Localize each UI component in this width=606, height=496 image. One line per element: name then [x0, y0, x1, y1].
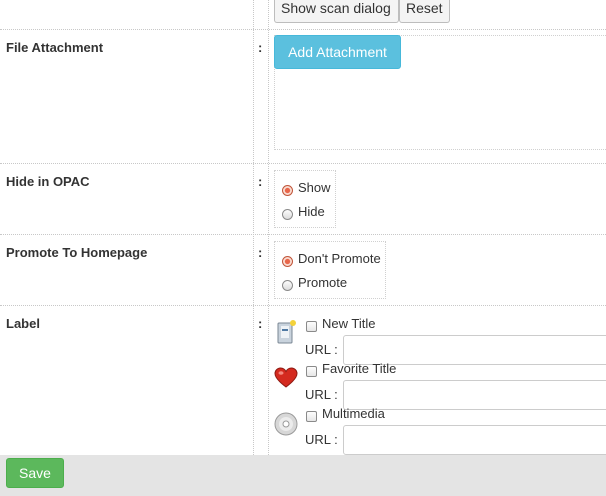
new-title-icon [277, 320, 296, 344]
column-divider [268, 0, 269, 455]
opac-radio-group [274, 170, 336, 228]
show-scan-dialog-button[interactable]: Show scan dialog [274, 0, 399, 23]
radio-show[interactable] [282, 185, 293, 196]
multimedia-url-input[interactable] [343, 425, 606, 455]
promote-to-homepage-label: Promote To Homepage [6, 245, 148, 260]
hide-in-opac-label: Hide in OPAC [6, 174, 90, 189]
row-divider [0, 29, 606, 30]
label-field-label: Label [6, 316, 40, 331]
url-label: URL : [305, 342, 338, 357]
add-attachment-button[interactable]: Add Attachment [274, 35, 401, 69]
field-colon: : [258, 174, 263, 189]
field-colon: : [258, 40, 263, 55]
radio-promote[interactable] [282, 280, 293, 291]
multimedia-label: Multimedia [322, 406, 385, 421]
checkbox-new-title[interactable] [306, 321, 317, 332]
save-button[interactable]: Save [6, 458, 64, 488]
field-colon: : [258, 316, 263, 331]
footer-bar [0, 455, 606, 496]
file-attachment-label: File Attachment [6, 40, 104, 55]
radio-show-label: Show [298, 180, 331, 195]
field-colon: : [258, 245, 263, 260]
cd-icon [274, 412, 298, 436]
reset-button[interactable]: Reset [399, 0, 450, 23]
url-label: URL : [305, 387, 338, 402]
row-divider [0, 234, 606, 235]
column-divider [253, 0, 254, 455]
radio-dont-promote[interactable] [282, 256, 293, 267]
radio-promote-label: Promote [298, 275, 348, 290]
url-label: URL : [305, 432, 338, 447]
radio-hide-label: Hide [298, 204, 325, 219]
new-title-label: New Title [322, 316, 376, 331]
heart-icon [274, 367, 298, 388]
radio-dont-promote-label: Don't Promote [298, 251, 381, 266]
row-divider [0, 163, 606, 164]
favorite-title-label: Favorite Title [322, 361, 397, 376]
checkbox-multimedia[interactable] [306, 411, 317, 422]
promote-radio-group [274, 241, 386, 299]
radio-hide[interactable] [282, 209, 293, 220]
checkbox-favorite-title[interactable] [306, 366, 317, 377]
row-divider [0, 305, 606, 306]
